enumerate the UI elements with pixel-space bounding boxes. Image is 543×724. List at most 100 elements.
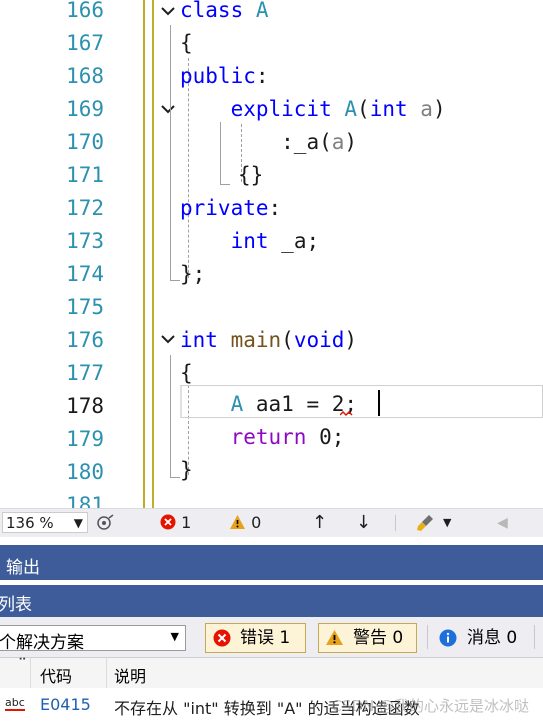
code-line-173: int _a; <box>180 225 320 258</box>
keyword: class <box>180 0 244 22</box>
code-text: : <box>268 196 282 220</box>
code-text: ) <box>344 130 358 154</box>
warning-icon <box>230 515 245 529</box>
scroll-left-icon[interactable]: ◀ <box>497 512 508 534</box>
line-number: 176 <box>66 328 104 352</box>
divider <box>30 658 31 688</box>
zoom-dropdown[interactable]: 136 % ▼ <box>2 512 88 533</box>
code-line-169: explicit A(int a) <box>180 93 446 126</box>
output-panel-tab[interactable]: 输出 <box>0 545 543 580</box>
keyword: int <box>369 97 408 121</box>
error-code-link[interactable]: E0415 <box>40 695 91 714</box>
code-text: _a; <box>281 229 320 253</box>
error-list-titlebar[interactable]: 列表 <box>0 585 543 617</box>
code-line-174: }; <box>180 262 206 286</box>
divider <box>395 515 396 531</box>
line-number: 172 <box>66 196 104 220</box>
line-number: 170 <box>66 130 104 154</box>
code-editor[interactable]: 166 167 168 169 170 171 172 173 174 175 … <box>0 0 543 508</box>
line-number: 174 <box>66 262 104 286</box>
arrow-up-icon[interactable]: ↑ <box>312 512 327 534</box>
change-tracking-bar <box>152 0 154 508</box>
keyword: void <box>293 328 345 352</box>
keyword: return <box>230 425 307 449</box>
messages-filter-label: 消息 0 <box>467 628 518 648</box>
table-row[interactable]: abc E0415 不存在从 "int" 转换到 "A" 的适当构造函数 CSD… <box>0 688 543 722</box>
line-number: 181 <box>66 493 104 508</box>
collapse-chevron-icon[interactable] <box>158 330 178 350</box>
error-list-column-header: ⠉ 代码 说明 <box>0 656 543 689</box>
line-number: 166 <box>66 0 104 22</box>
error-squiggle <box>340 411 353 417</box>
error-icon <box>213 629 231 647</box>
line-number: 171 <box>66 163 104 187</box>
function-name: main <box>230 328 282 352</box>
editor-status-bar: 136 % ▼ 1 0 ↑ ↓ ▼ ◀ <box>0 508 543 537</box>
type-name: A <box>230 392 244 416</box>
code-text: :_a( <box>281 130 332 154</box>
output-panel-title: 输出 <box>6 558 40 578</box>
code-line-167: { <box>180 31 193 55</box>
code-text: : <box>255 64 269 88</box>
watermark: CSDN @我的心永远是冰冰哒 <box>331 697 529 715</box>
chevron-down-icon: ▼ <box>170 630 179 643</box>
line-number: 175 <box>66 295 104 319</box>
code-line-171: {} <box>238 163 264 187</box>
error-list-toolbar: 个解决方案 ▼ 错误 1 警告 0 消息 0 <box>0 617 543 658</box>
code-text: ( <box>357 97 370 121</box>
divider <box>106 658 107 688</box>
chevron-down-icon[interactable]: ▼ <box>443 512 451 534</box>
keyword: int <box>230 229 269 253</box>
keyword: int <box>180 328 218 352</box>
line-number: 167 <box>66 31 104 55</box>
arrow-down-icon[interactable]: ↓ <box>356 512 371 534</box>
scope-value: 个解决方案 <box>0 633 84 653</box>
zoom-value: 136 % <box>6 514 54 532</box>
errors-filter-button[interactable]: 错误 1 <box>205 623 306 653</box>
code-line-180: } <box>180 458 193 482</box>
error-list-title: 列表 <box>0 595 32 615</box>
code-line-172: private: <box>180 192 281 225</box>
line-number: 168 <box>66 64 104 88</box>
code-line-179: return 0; <box>180 421 345 454</box>
spelling-error-icon: abc <box>5 696 25 711</box>
code-line-176: int main(void) <box>180 324 357 357</box>
column-header-code[interactable]: 代码 <box>40 663 72 687</box>
errors-filter-label: 错误 1 <box>240 628 291 648</box>
text-caret <box>378 390 380 416</box>
chevron-down-icon: ▼ <box>73 516 83 530</box>
change-tracking-bar <box>143 0 145 508</box>
fold-bracket-end <box>170 477 180 478</box>
column-header-description[interactable]: 说明 <box>114 663 146 687</box>
code-cleanup-brush-icon[interactable] <box>416 513 438 533</box>
scope-dropdown[interactable]: 个解决方案 ▼ <box>0 625 186 653</box>
line-number: 179 <box>66 427 104 451</box>
code-text: 0; <box>319 425 345 449</box>
fold-bracket-line <box>170 25 171 280</box>
type-name: A <box>344 97 358 121</box>
sort-handle-icon[interactable]: ⠉ <box>18 656 27 670</box>
line-number-gutter: 166 167 168 169 170 171 172 173 174 175 … <box>0 0 145 508</box>
messages-filter-button[interactable]: 消息 0 <box>432 623 527 653</box>
warning-icon <box>326 630 343 645</box>
keyword: private <box>180 196 269 220</box>
warnings-filter-label: 警告 0 <box>353 628 404 648</box>
error-count[interactable]: 1 <box>160 512 191 534</box>
warning-count[interactable]: 0 <box>229 512 261 534</box>
code-line-166: class A <box>180 0 269 27</box>
warnings-filter-button[interactable]: 警告 0 <box>318 623 417 653</box>
code-line-177: { <box>180 361 193 385</box>
warning-count-value: 0 <box>251 513 262 532</box>
code-text: ( <box>281 328 294 352</box>
keyword: public <box>180 64 256 88</box>
line-number: 173 <box>66 229 104 253</box>
collapse-chevron-icon[interactable] <box>158 2 178 22</box>
intellicode-icon[interactable] <box>95 514 115 532</box>
fold-bracket-line <box>170 355 171 477</box>
code-text: ) <box>432 97 446 121</box>
error-count-value: 1 <box>181 513 192 532</box>
code-line-168: public: <box>180 60 269 93</box>
collapse-chevron-icon[interactable] <box>158 100 178 120</box>
divider <box>427 625 428 649</box>
keyword: explicit <box>230 97 332 121</box>
